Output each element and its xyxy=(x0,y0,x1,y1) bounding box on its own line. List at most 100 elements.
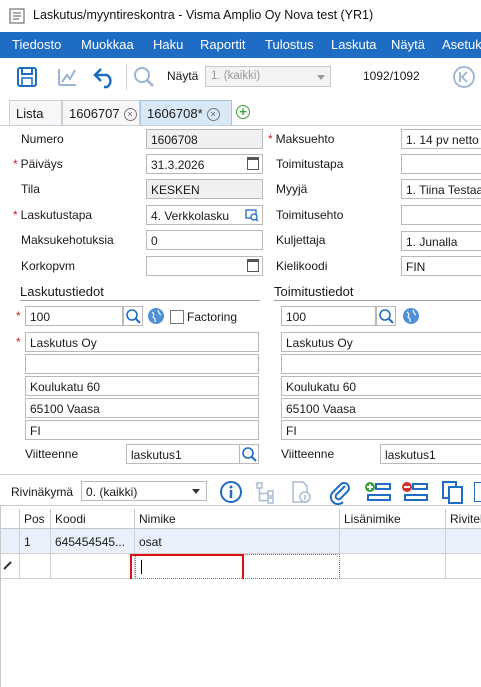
toolbar-overflow xyxy=(474,482,481,502)
kielikoodi-field[interactable]: FIN xyxy=(401,256,481,276)
column-header-pos[interactable]: Pos xyxy=(20,509,51,529)
edit-pencil-icon xyxy=(3,561,12,570)
cell-rivitek[interactable] xyxy=(446,529,481,554)
cell-nimike[interactable]: osat xyxy=(135,529,340,554)
row-view-select[interactable]: 0. (kaikki) xyxy=(81,481,207,501)
add-row-icon[interactable] xyxy=(364,481,392,503)
tab-1606707[interactable]: 1606707 × xyxy=(62,100,140,125)
delivery-postal-field[interactable]: 65100 Vaasa xyxy=(281,398,481,418)
factoring-checkbox[interactable] xyxy=(170,310,184,324)
document-info-icon[interactable] xyxy=(289,480,313,504)
info-icon[interactable] xyxy=(219,480,243,504)
paivays-label: * Päiväys xyxy=(13,157,63,171)
globe-icon[interactable] xyxy=(402,307,420,325)
laskutustapa-field[interactable]: 4. Verkkolasku xyxy=(146,205,263,225)
menu-bar: Tiedosto Muokkaa Haku Raportit Tulostus … xyxy=(0,32,481,58)
delete-row-icon[interactable] xyxy=(401,481,429,503)
delivery-address-line2-field[interactable] xyxy=(281,354,481,374)
grid-corner-cell xyxy=(0,509,20,529)
new-cell-lisanimike[interactable] xyxy=(340,554,446,579)
new-cell-rivitek[interactable] xyxy=(446,554,481,579)
billing-reference-field[interactable]: laskutus1 xyxy=(126,444,240,464)
first-record-icon[interactable] xyxy=(452,65,476,89)
required-marker: * xyxy=(16,335,21,349)
billing-section-header: Laskutustiedot xyxy=(20,284,260,301)
row-selector[interactable] xyxy=(0,529,20,554)
menu-laskuta[interactable]: Laskuta xyxy=(331,37,377,52)
copy-icon[interactable] xyxy=(440,479,466,505)
cell-koodi[interactable]: 645454545... xyxy=(51,529,135,554)
calendar-icon[interactable] xyxy=(247,259,259,272)
billing-address-line2-field[interactable] xyxy=(25,354,259,374)
billing-postal-field[interactable]: 65100 Vaasa xyxy=(25,398,259,418)
new-cell-koodi[interactable] xyxy=(51,554,135,579)
delivery-name-field[interactable]: Laskutus Oy xyxy=(281,332,481,352)
menu-haku[interactable]: Haku xyxy=(153,37,183,52)
menu-raportit[interactable]: Raportit xyxy=(200,37,246,52)
delivery-reference-label: Viitteenne xyxy=(281,447,335,461)
korkopvm-field[interactable] xyxy=(146,256,263,276)
paivays-field[interactable]: 31.3.2026 xyxy=(146,154,263,174)
numero-label: Numero xyxy=(21,132,64,146)
show-label: Näytä xyxy=(167,69,199,83)
maksuehto-field[interactable]: 1. 14 pv netto xyxy=(401,129,481,149)
title-bar: Laskutus/myyntireskontra - Visma Amplio … xyxy=(0,0,481,32)
paperclip-icon[interactable] xyxy=(327,479,353,505)
column-header-rivitek[interactable]: Rivitek xyxy=(446,509,481,529)
menu-muokkaa[interactable]: Muokkaa xyxy=(81,37,134,52)
tab-lista[interactable]: Lista xyxy=(9,100,62,125)
calendar-icon[interactable] xyxy=(247,157,259,170)
undo-icon[interactable] xyxy=(92,65,118,89)
kielikoodi-label: Kielikoodi xyxy=(276,259,328,273)
billing-search-button[interactable] xyxy=(123,306,143,326)
lookup-icon[interactable] xyxy=(245,208,259,222)
tab-label: Lista xyxy=(16,106,44,121)
new-cell-pos[interactable] xyxy=(20,554,51,579)
kuljettaja-field[interactable]: 1. Junalla xyxy=(401,231,481,251)
toimitustapa-label: Toimitustapa xyxy=(276,157,344,171)
globe-icon[interactable] xyxy=(147,307,165,325)
tree-structure-icon[interactable] xyxy=(254,480,278,504)
show-filter-select[interactable]: 1. (kaikki) xyxy=(205,66,331,87)
delivery-reference-field[interactable]: laskutus1 xyxy=(380,444,481,464)
menu-nayta[interactable]: Näytä xyxy=(391,37,425,52)
menu-tulostus[interactable]: Tulostus xyxy=(265,37,314,52)
billing-country-field[interactable]: FI xyxy=(25,420,259,440)
close-icon[interactable]: × xyxy=(123,108,137,121)
menu-asetukset[interactable]: Asetuk xyxy=(442,37,481,52)
delivery-street-field[interactable]: Koulukatu 60 xyxy=(281,376,481,396)
toimitusehto-label: Toimitusehto xyxy=(276,208,344,222)
delivery-search-button[interactable] xyxy=(376,306,396,326)
billing-name-field[interactable]: Laskutus Oy xyxy=(25,332,259,352)
myyja-field[interactable]: 1. Tiina Testaaj xyxy=(401,179,481,199)
toimitustapa-field[interactable] xyxy=(401,154,481,174)
save-icon[interactable] xyxy=(16,66,38,88)
billing-reference-label: Viitteenne xyxy=(25,447,79,461)
add-tab-icon[interactable]: + xyxy=(236,105,250,119)
cell-lisanimike[interactable] xyxy=(340,529,446,554)
chevron-down-icon xyxy=(192,489,200,494)
factoring-label: Factoring xyxy=(187,310,238,324)
billing-reference-search-button[interactable] xyxy=(239,444,259,464)
delivery-customer-no-field[interactable]: 100 xyxy=(281,306,376,326)
delivery-country-field[interactable]: FI xyxy=(281,420,481,440)
toimitusehto-field[interactable] xyxy=(401,205,481,225)
column-header-nimike[interactable]: Nimike xyxy=(135,509,340,529)
numero-field: 1606708 xyxy=(146,129,263,149)
app-icon xyxy=(9,8,25,24)
billing-customer-no-field[interactable]: 100 xyxy=(25,306,123,326)
billing-street-field[interactable]: Koulukatu 60 xyxy=(25,376,259,396)
record-counter: 1092/1092 xyxy=(363,69,420,83)
row-selector[interactable] xyxy=(0,554,20,579)
tab-1606708[interactable]: 1606708* × xyxy=(140,100,232,125)
column-header-lisanimike[interactable]: Lisänimike xyxy=(340,509,446,529)
column-header-koodi[interactable]: Koodi xyxy=(51,509,135,529)
maksukehotuksia-field[interactable]: 0 xyxy=(146,230,263,250)
cell-pos[interactable]: 1 xyxy=(20,529,51,554)
laskutustapa-label: * Laskutustapa xyxy=(13,208,93,222)
close-icon[interactable]: × xyxy=(206,108,220,121)
menu-tiedosto[interactable]: Tiedosto xyxy=(12,37,61,52)
search-icon[interactable] xyxy=(132,65,156,89)
search-icon xyxy=(242,447,257,462)
chart-icon[interactable] xyxy=(56,66,78,88)
